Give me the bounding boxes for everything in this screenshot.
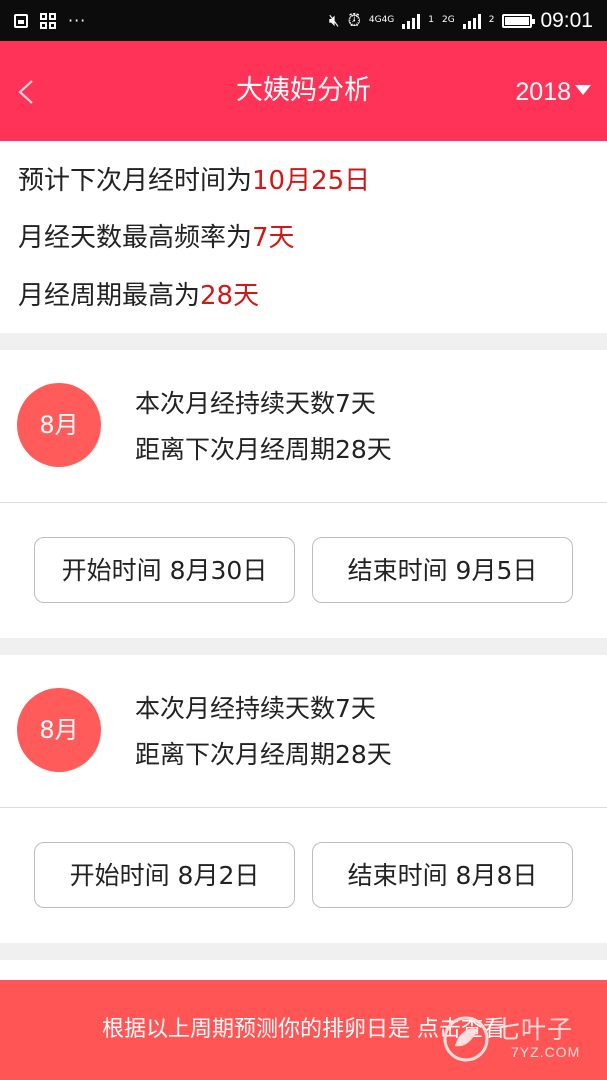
back-icon[interactable] bbox=[14, 77, 44, 107]
divider bbox=[0, 807, 607, 808]
image-icon bbox=[14, 13, 28, 28]
cycle-text: 距离下次月经周期28天 bbox=[135, 435, 392, 464]
alarm-icon: ⏰︎ bbox=[347, 10, 361, 31]
sim-label-2: 2 bbox=[488, 15, 495, 25]
watermark-text: 七叶子 bbox=[495, 1015, 574, 1044]
period-days-value: 7天 bbox=[252, 223, 295, 253]
cycle-card-partial bbox=[0, 960, 607, 980]
next-period-label: 预计下次月经时间为 bbox=[18, 166, 253, 196]
apps-icon bbox=[40, 12, 56, 29]
divider bbox=[0, 502, 607, 503]
network-label-1: 4G4G bbox=[368, 15, 395, 25]
mute-icon: 🔇︎ bbox=[328, 10, 340, 31]
battery-icon bbox=[502, 13, 536, 28]
year-label: 2018 bbox=[515, 77, 571, 106]
end-date-button[interactable]: 结束时间 9月5日 bbox=[312, 537, 573, 603]
period-days-label: 月经天数最高频率为 bbox=[18, 223, 253, 253]
year-selector[interactable]: 2018 bbox=[515, 75, 591, 109]
cycle-text: 距离下次月经周期28天 bbox=[135, 740, 392, 769]
duration-text: 本次月经持续天数7天 bbox=[135, 694, 376, 723]
cycle-length-value: 28天 bbox=[200, 281, 260, 311]
network-label-2: 2G bbox=[442, 15, 455, 25]
watermark-url: 7YZ.COM bbox=[511, 1044, 581, 1060]
start-date-button[interactable]: 开始时间 8月30日 bbox=[34, 537, 295, 603]
duration-text: 本次月经持续天数7天 bbox=[135, 389, 376, 418]
cycle-card-info: 8月 本次月经持续天数7天 距离下次月经周期28天 bbox=[0, 655, 607, 807]
status-bar: ··· 🔇︎ ⏰︎ 4G4G 1 2G 2 09:01 bbox=[0, 0, 607, 41]
clock: 09:01 bbox=[540, 8, 593, 32]
summary-panel: 预计下次月经时间为10月25日 月经天数最高频率为7天 月经周期最高为28天 bbox=[0, 141, 607, 333]
more-icon: ··· bbox=[68, 11, 87, 30]
cycle-length-line: 月经周期最高为28天 bbox=[18, 276, 259, 316]
month-badge: 8月 bbox=[17, 383, 101, 467]
end-date-button[interactable]: 结束时间 8月8日 bbox=[312, 842, 573, 908]
status-left: ··· bbox=[14, 0, 86, 41]
cycle-length-label: 月经周期最高为 bbox=[18, 281, 201, 311]
period-days-line: 月经天数最高频率为7天 bbox=[18, 218, 295, 258]
status-right: 🔇︎ ⏰︎ 4G4G 1 2G 2 09:01 bbox=[329, 0, 593, 41]
next-period-line: 预计下次月经时间为10月25日 bbox=[18, 161, 370, 201]
cycle-card: 8月 本次月经持续天数7天 距离下次月经周期28天 开始时间 8月30日 结束时… bbox=[0, 350, 607, 638]
cycle-card-info: 8月 本次月经持续天数7天 距离下次月经周期28天 bbox=[0, 350, 607, 502]
sim-label-1: 1 bbox=[428, 15, 434, 25]
chevron-down-icon bbox=[575, 85, 591, 95]
month-badge: 8月 bbox=[17, 688, 101, 772]
app-header: 大姨妈分析 2018 bbox=[0, 41, 607, 141]
cycle-card: 8月 本次月经持续天数7天 距离下次月经周期28天 开始时间 8月2日 结束时间… bbox=[0, 655, 607, 943]
signal-icon bbox=[402, 13, 421, 29]
leaf-logo-icon bbox=[443, 1016, 489, 1062]
next-period-value: 10月25日 bbox=[252, 166, 371, 196]
start-date-button[interactable]: 开始时间 8月2日 bbox=[34, 842, 295, 908]
signal-icon-2 bbox=[462, 13, 481, 29]
watermark: 七叶子 7YZ.COM bbox=[443, 1008, 593, 1068]
